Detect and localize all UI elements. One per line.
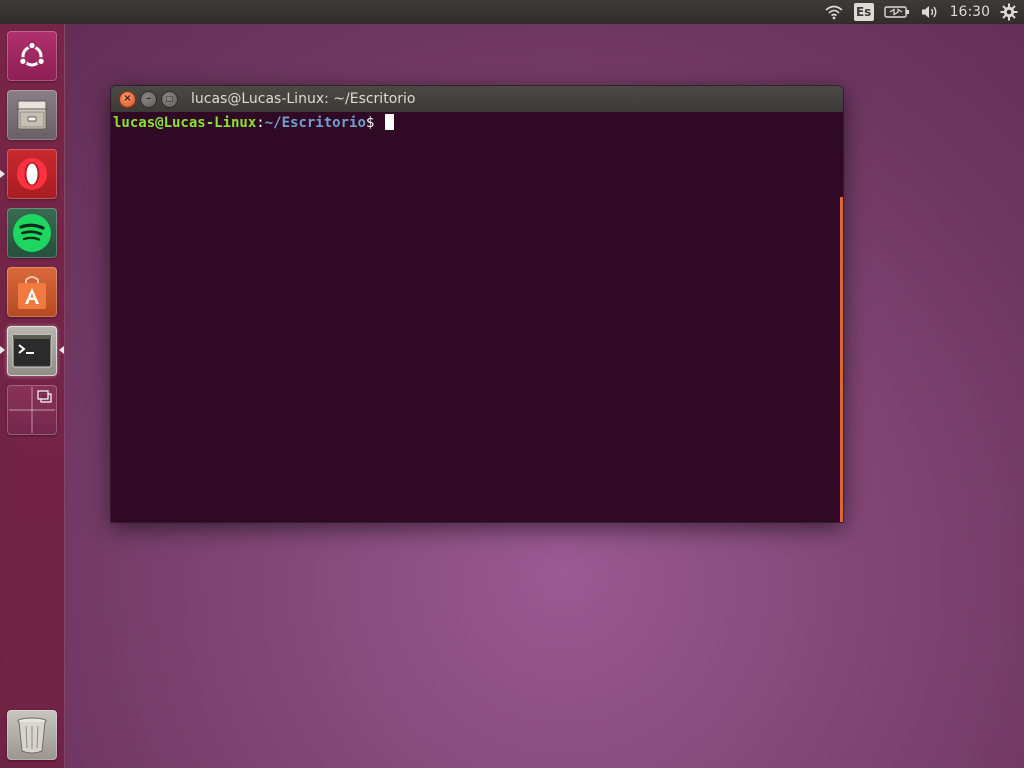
prompt-colon: : bbox=[256, 115, 265, 131]
focused-indicator bbox=[59, 346, 64, 354]
launcher-workspace-switcher[interactable] bbox=[7, 385, 57, 435]
clock[interactable]: 16:30 bbox=[950, 0, 990, 24]
volume-icon[interactable] bbox=[920, 0, 940, 24]
close-icon: × bbox=[123, 93, 132, 104]
maximize-button[interactable]: □ bbox=[161, 90, 178, 108]
top-panel: Es 16:30 bbox=[0, 0, 1024, 24]
keyboard-layout-indicator[interactable]: Es bbox=[853, 0, 874, 24]
prompt-path: ~/Escritorio bbox=[264, 115, 366, 131]
running-indicator bbox=[0, 170, 5, 178]
trash-icon bbox=[17, 717, 47, 754]
window-titlebar[interactable]: × – □ lucas@Lucas-Linux: ~/Escritorio bbox=[111, 86, 843, 112]
launcher-ubuntu-software[interactable] bbox=[7, 267, 57, 317]
text-cursor bbox=[384, 114, 394, 130]
opera-logo-icon bbox=[17, 158, 47, 190]
terminal-icon bbox=[12, 334, 52, 368]
keyboard-layout-label: Es bbox=[853, 3, 874, 21]
running-indicator bbox=[0, 346, 5, 354]
window-title: lucas@Lucas-Linux: ~/Escritorio bbox=[191, 91, 416, 107]
ubuntu-logo-icon bbox=[18, 41, 46, 67]
wifi-icon[interactable] bbox=[824, 0, 844, 24]
launcher-opera[interactable] bbox=[7, 149, 57, 199]
terminal-window[interactable]: × – □ lucas@Lucas-Linux: ~/Escritorio lu… bbox=[111, 86, 843, 522]
settings-gear-icon[interactable] bbox=[1000, 0, 1018, 24]
spotify-logo-icon bbox=[13, 214, 51, 252]
scrollbar[interactable] bbox=[840, 197, 843, 522]
launcher-dash-home[interactable] bbox=[7, 31, 57, 81]
shopping-bag-icon bbox=[18, 276, 46, 309]
launcher-files[interactable] bbox=[7, 90, 57, 140]
minimize-button[interactable]: – bbox=[140, 90, 157, 108]
workspaces-icon bbox=[9, 387, 55, 433]
terminal-content[interactable]: lucas@Lucas-Linux:~/Escritorio$ bbox=[111, 112, 843, 522]
maximize-icon: □ bbox=[165, 94, 174, 103]
battery-icon[interactable] bbox=[883, 0, 910, 24]
launcher-spotify[interactable] bbox=[7, 208, 57, 258]
prompt-line: lucas@Lucas-Linux:~/Escritorio$ bbox=[113, 114, 841, 132]
launcher-trash[interactable] bbox=[7, 710, 57, 760]
close-button[interactable]: × bbox=[119, 90, 136, 108]
prompt-user-host: lucas@Lucas-Linux bbox=[113, 115, 257, 131]
minimize-icon: – bbox=[146, 93, 151, 104]
launcher-terminal[interactable] bbox=[7, 326, 57, 376]
file-cabinet-icon bbox=[17, 100, 47, 130]
launcher bbox=[0, 24, 65, 768]
prompt-symbol: $ bbox=[365, 115, 383, 131]
